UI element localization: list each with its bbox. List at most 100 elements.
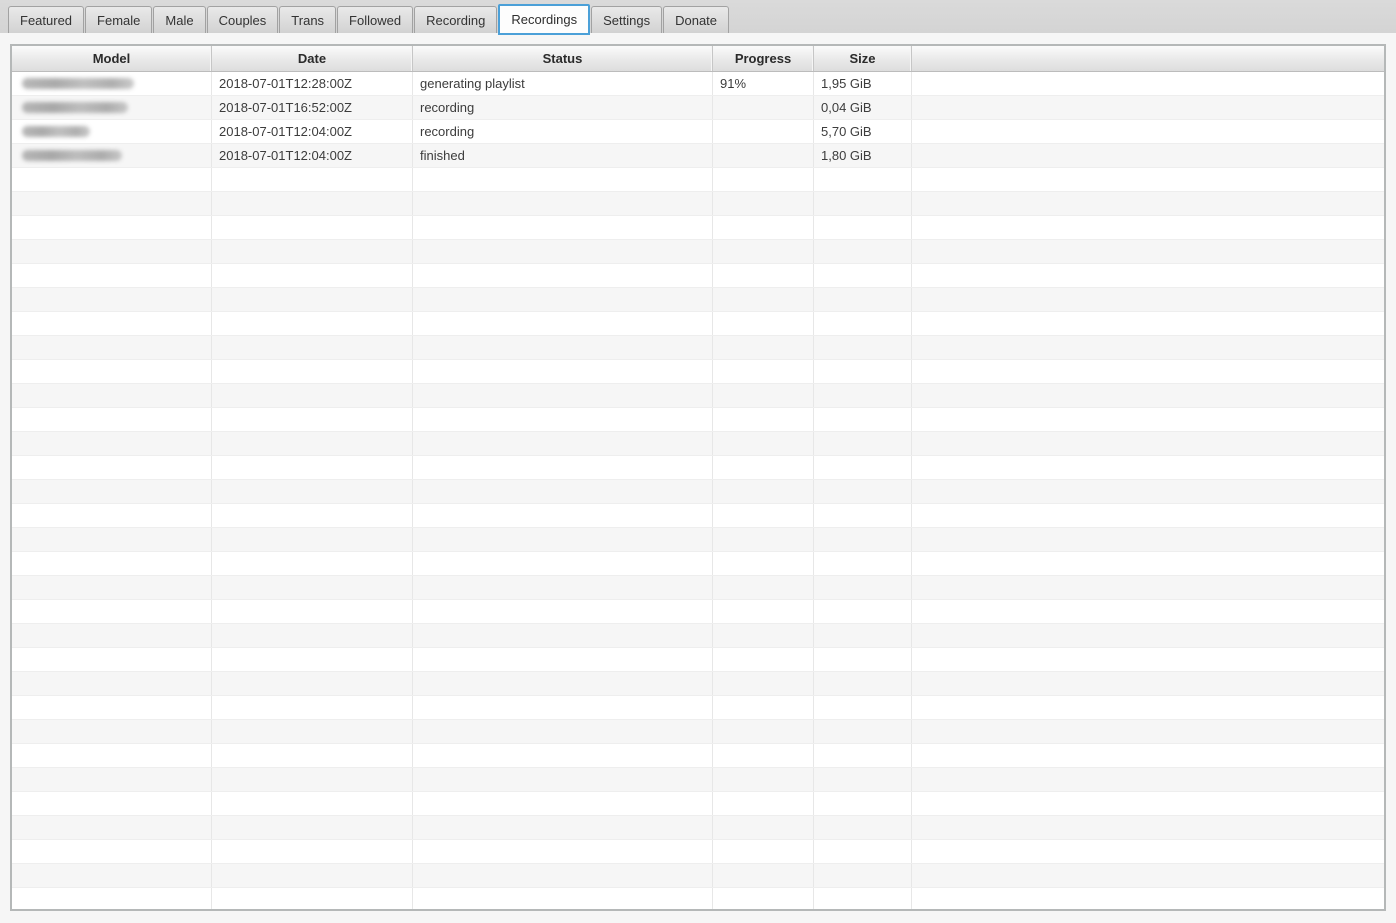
cell-date <box>212 768 413 791</box>
cell-date <box>212 336 413 359</box>
cell-size: 1,80 GiB <box>814 144 912 167</box>
cell-status <box>413 696 713 719</box>
table-row[interactable]: 2018-07-01T12:28:00Z generating playlist 9… <box>12 72 1384 96</box>
table-row-empty[interactable] <box>12 216 1384 240</box>
table-row[interactable]: 2018-07-01T12:04:00Z finished 1,80 GiB <box>12 144 1384 168</box>
cell-model <box>12 408 212 431</box>
column-header-date[interactable]: Date <box>212 46 413 71</box>
cell-progress <box>713 864 814 887</box>
table-row-empty[interactable] <box>12 528 1384 552</box>
cell-status <box>413 168 713 191</box>
cell-progress <box>713 288 814 311</box>
column-header-status[interactable]: Status <box>413 46 713 71</box>
cell-progress <box>713 672 814 695</box>
cell-filler <box>912 360 1384 383</box>
tab-followed[interactable]: Followed <box>337 6 414 33</box>
tab-recordings[interactable]: Recordings <box>498 4 591 35</box>
table-row-empty[interactable] <box>12 240 1384 264</box>
cell-progress <box>713 120 814 143</box>
cell-model <box>12 576 212 599</box>
cell-date <box>212 888 413 909</box>
table-row-empty[interactable] <box>12 360 1384 384</box>
table-row-empty[interactable] <box>12 288 1384 312</box>
cell-size <box>814 192 912 215</box>
cell-model <box>12 360 212 383</box>
cell-size: 1,95 GiB <box>814 72 912 95</box>
table-row-empty[interactable] <box>12 744 1384 768</box>
cell-progress <box>713 576 814 599</box>
cell-size <box>814 360 912 383</box>
cell-filler <box>912 264 1384 287</box>
tab-male[interactable]: Male <box>153 6 206 33</box>
column-header-progress[interactable]: Progress <box>713 46 814 71</box>
table-row-empty[interactable] <box>12 336 1384 360</box>
tab-female[interactable]: Female <box>85 6 153 33</box>
censored-model-name <box>22 102 128 113</box>
cell-status <box>413 768 713 791</box>
tab-donate[interactable]: Donate <box>663 6 730 33</box>
table-row-empty[interactable] <box>12 408 1384 432</box>
cell-progress <box>713 240 814 263</box>
cell-model <box>12 624 212 647</box>
table-row-empty[interactable] <box>12 192 1384 216</box>
cell-model <box>12 264 212 287</box>
table-row-empty[interactable] <box>12 600 1384 624</box>
table-row[interactable]: 2018-07-01T16:52:00Z recording 0,04 GiB <box>12 96 1384 120</box>
cell-filler <box>912 192 1384 215</box>
table-row-empty[interactable] <box>12 624 1384 648</box>
table-row-empty[interactable] <box>12 264 1384 288</box>
cell-status <box>413 648 713 671</box>
cell-date <box>212 288 413 311</box>
cell-model <box>12 456 212 479</box>
tab-recording[interactable]: Recording <box>414 6 498 33</box>
tab-featured[interactable]: Featured <box>8 6 85 33</box>
cell-date <box>212 168 413 191</box>
tab-trans[interactable]: Trans <box>279 6 337 33</box>
tab-couples[interactable]: Couples <box>206 6 279 33</box>
cell-date <box>212 240 413 263</box>
cell-status <box>413 600 713 623</box>
cell-filler <box>912 720 1384 743</box>
table-row-empty[interactable] <box>12 576 1384 600</box>
table-row-empty[interactable] <box>12 792 1384 816</box>
table-row-empty[interactable] <box>12 696 1384 720</box>
table-row-empty[interactable] <box>12 456 1384 480</box>
tab-settings[interactable]: Settings <box>591 6 663 33</box>
column-header-empty[interactable] <box>912 46 1384 71</box>
table-row-empty[interactable] <box>12 816 1384 840</box>
table-row-empty[interactable] <box>12 648 1384 672</box>
cell-date <box>212 624 413 647</box>
cell-date <box>212 864 413 887</box>
cell-size <box>814 384 912 407</box>
cell-status <box>413 816 713 839</box>
cell-progress <box>713 408 814 431</box>
table-row-empty[interactable] <box>12 552 1384 576</box>
table-header-row: Model Date Status Progress Size <box>12 46 1384 72</box>
cell-model <box>12 144 212 167</box>
cell-model <box>12 192 212 215</box>
cell-status <box>413 216 713 239</box>
cell-status <box>413 792 713 815</box>
cell-date <box>212 528 413 551</box>
table-row-empty[interactable] <box>12 768 1384 792</box>
table-row-empty[interactable] <box>12 168 1384 192</box>
table-row[interactable]: 2018-07-01T12:04:00Z recording 5,70 GiB <box>12 120 1384 144</box>
table-row-empty[interactable] <box>12 384 1384 408</box>
cell-progress <box>713 840 814 863</box>
table-row-empty[interactable] <box>12 432 1384 456</box>
cell-size <box>814 528 912 551</box>
table-row-empty[interactable] <box>12 864 1384 888</box>
table-row-empty[interactable] <box>12 672 1384 696</box>
table-row-empty[interactable] <box>12 720 1384 744</box>
column-header-model[interactable]: Model <box>12 46 212 71</box>
table-row-empty[interactable] <box>12 504 1384 528</box>
cell-size <box>814 312 912 335</box>
cell-size <box>814 816 912 839</box>
table-row-empty[interactable] <box>12 840 1384 864</box>
cell-size <box>814 744 912 767</box>
column-header-size[interactable]: Size <box>814 46 912 71</box>
table-row-empty[interactable] <box>12 312 1384 336</box>
cell-size <box>814 408 912 431</box>
table-row-empty[interactable] <box>12 888 1384 909</box>
table-row-empty[interactable] <box>12 480 1384 504</box>
